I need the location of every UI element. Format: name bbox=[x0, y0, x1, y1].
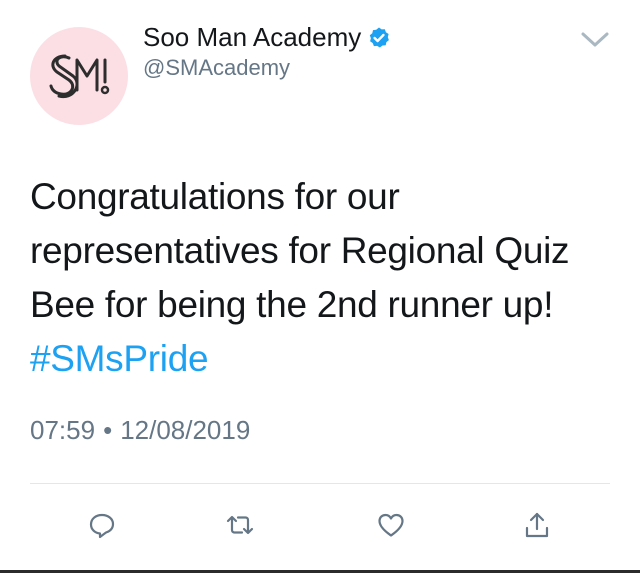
reply-icon bbox=[89, 513, 115, 539]
tweet-card: Soo Man Academy @SMAcademy Congratulatio… bbox=[0, 0, 640, 573]
author-handle[interactable]: @SMAcademy bbox=[143, 53, 290, 83]
hashtag-link[interactable]: #SMsPride bbox=[30, 338, 209, 379]
author-display-name[interactable]: Soo Man Academy bbox=[143, 20, 391, 54]
heart-icon bbox=[378, 513, 404, 537]
action-bar bbox=[0, 500, 640, 550]
tweet-text: Congratulations for our representatives … bbox=[30, 170, 610, 386]
tweet-date: 12/08/2019 bbox=[120, 415, 251, 445]
retweet-button[interactable] bbox=[223, 508, 257, 542]
verified-badge-icon bbox=[370, 27, 390, 48]
display-name-text: Soo Man Academy bbox=[143, 22, 362, 52]
separator-dot: • bbox=[103, 415, 113, 445]
like-button[interactable] bbox=[374, 508, 408, 542]
retweet-icon bbox=[226, 515, 254, 535]
tweet-body: Congratulations for our representatives … bbox=[30, 176, 570, 325]
share-button[interactable] bbox=[520, 508, 554, 542]
chevron-down-icon[interactable] bbox=[579, 28, 611, 50]
reply-button[interactable] bbox=[85, 508, 119, 542]
avatar[interactable] bbox=[30, 27, 128, 125]
divider bbox=[30, 483, 610, 484]
sm-logo-icon bbox=[49, 54, 110, 99]
share-icon bbox=[525, 512, 549, 538]
tweet-timestamp[interactable]: 07:59 • 12/08/2019 bbox=[30, 412, 250, 448]
tweet-time: 07:59 bbox=[30, 415, 96, 445]
